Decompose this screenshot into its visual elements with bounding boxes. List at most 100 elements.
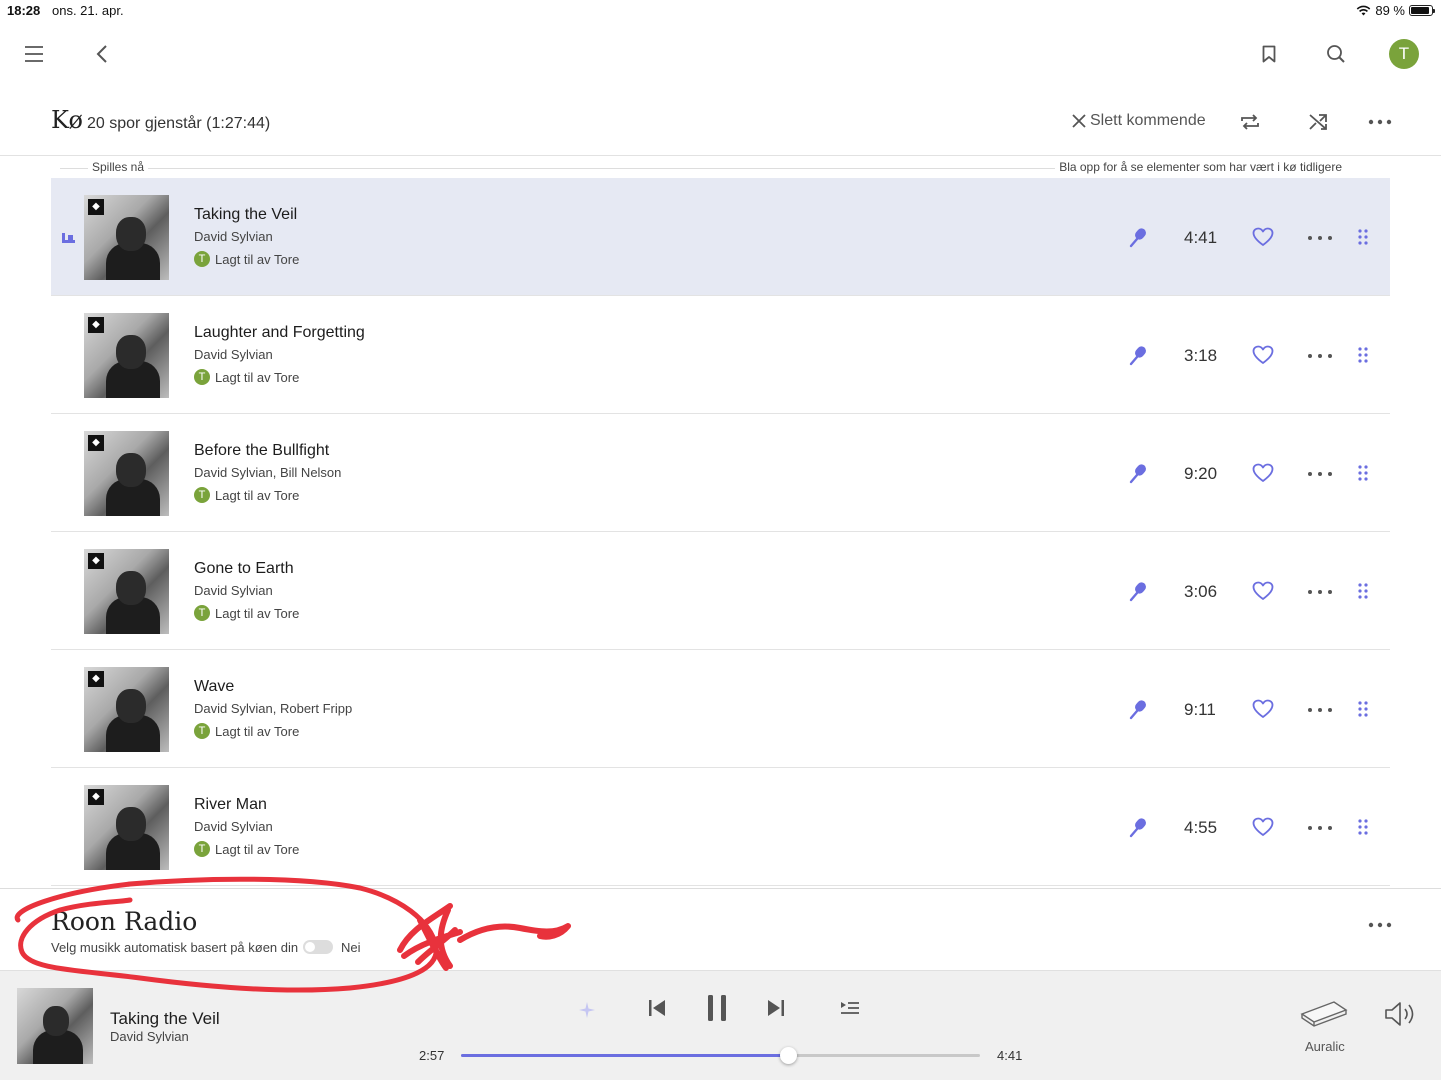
top-nav: T <box>0 30 1441 80</box>
previous-track-icon[interactable] <box>648 999 668 1019</box>
queue-row[interactable]: ◆ Gone to Earth David Sylvian T Lagt til av … <box>51 532 1390 650</box>
heart-icon[interactable] <box>1252 463 1274 485</box>
track-artist[interactable]: David Sylvian <box>194 819 299 834</box>
radio-more-icon[interactable] <box>1368 921 1392 929</box>
repeat-icon[interactable] <box>1238 110 1262 134</box>
back-icon[interactable] <box>90 42 114 66</box>
track-more-icon[interactable] <box>1308 708 1332 714</box>
album-art[interactable]: ◆ <box>84 785 169 870</box>
added-by: T Lagt til av Tore <box>194 487 341 503</box>
menu-icon[interactable] <box>22 42 46 66</box>
queue-icon[interactable] <box>840 1001 860 1017</box>
queue-row[interactable]: ◆ Laughter and Forgetting David Sylvian T La… <box>51 296 1390 414</box>
queue-row[interactable]: ◆ Before the Bullfight David Sylvian, Bill… <box>51 414 1390 532</box>
now-playing-album-art[interactable] <box>17 988 93 1064</box>
drag-handle-icon[interactable] <box>1358 583 1368 599</box>
drag-handle-icon[interactable] <box>1358 347 1368 363</box>
pause-icon[interactable] <box>706 995 728 1023</box>
now-playing-artist[interactable]: David Sylvian <box>110 1029 189 1044</box>
drag-handle-icon[interactable] <box>1358 701 1368 717</box>
track-duration: 9:11 <box>1184 700 1216 719</box>
track-title[interactable]: River Man <box>194 796 299 814</box>
lyrics-mic-icon[interactable] <box>1128 816 1150 838</box>
volume-icon[interactable] <box>1384 1001 1418 1027</box>
track-more-icon[interactable] <box>1308 590 1332 596</box>
close-icon <box>1072 114 1086 128</box>
search-icon[interactable] <box>1324 42 1348 66</box>
user-avatar[interactable]: T <box>1389 39 1419 69</box>
shuffle-icon[interactable] <box>1306 110 1330 134</box>
avatar: T <box>194 723 210 739</box>
lyrics-mic-icon[interactable] <box>1128 344 1150 366</box>
page-title: Kø <box>51 106 83 134</box>
bookmark-icon[interactable] <box>1257 42 1281 66</box>
zone-device-icon[interactable] <box>1298 996 1350 1030</box>
album-art[interactable]: ◆ <box>84 667 169 752</box>
lyrics-mic-icon[interactable] <box>1128 462 1150 484</box>
tidal-icon: ◆ <box>88 317 104 333</box>
track-title[interactable]: Wave <box>194 678 352 696</box>
lyrics-mic-icon[interactable] <box>1128 698 1150 720</box>
tidal-icon: ◆ <box>88 671 104 687</box>
seek-bar[interactable] <box>461 1047 980 1064</box>
added-by: T Lagt til av Tore <box>194 369 365 385</box>
track-more-icon[interactable] <box>1308 472 1332 478</box>
zone-name[interactable]: Auralic <box>1305 1039 1345 1054</box>
status-bar: 18:28 ons. 21. apr. 89 % <box>0 0 1441 22</box>
clear-upcoming-button[interactable]: Slett kommende <box>1072 112 1206 130</box>
track-duration: 4:41 <box>1184 228 1218 247</box>
track-duration: 9:20 <box>1184 464 1218 483</box>
album-art[interactable]: ◆ <box>84 431 169 516</box>
scroll-hint: Bla opp for å se elementer som har vært … <box>1055 160 1346 174</box>
track-duration: 3:06 <box>1184 582 1218 601</box>
roon-radio-section: Roon Radio Velg musikk automatisk basert… <box>0 888 1441 970</box>
track-artist[interactable]: David Sylvian <box>194 583 299 598</box>
added-by-label: Lagt til av Tore <box>215 251 300 267</box>
album-art[interactable]: ◆ <box>84 313 169 398</box>
added-by: T Lagt til av Tore <box>194 251 299 267</box>
heart-icon[interactable] <box>1252 699 1274 721</box>
added-by: T Lagt til av Tore <box>194 723 352 739</box>
track-artist[interactable]: David Sylvian <box>194 347 365 362</box>
queue-row[interactable]: ◆ Taking the Veil David Sylvian T Lagt til a… <box>51 178 1390 296</box>
track-duration: 4:55 <box>1184 818 1218 837</box>
track-title[interactable]: Taking the Veil <box>194 206 299 224</box>
status-right: 89 % <box>1356 3 1435 18</box>
queue-row[interactable]: ◆ River Man David Sylvian T Lagt til av Tore… <box>51 768 1390 886</box>
album-art[interactable]: ◆ <box>84 549 169 634</box>
track-more-icon[interactable] <box>1308 354 1332 360</box>
track-more-icon[interactable] <box>1308 826 1332 832</box>
queue-row[interactable]: ◆ Wave David Sylvian, Robert Fripp T Lagt ti… <box>51 650 1390 768</box>
tidal-icon: ◆ <box>88 435 104 451</box>
heart-icon[interactable] <box>1252 345 1274 367</box>
now-playing-title[interactable]: Taking the Veil <box>110 1009 220 1029</box>
track-info: Before the Bullfight David Sylvian, Bill … <box>194 442 341 503</box>
lyrics-mic-icon[interactable] <box>1128 226 1150 248</box>
track-artist[interactable]: David Sylvian, Robert Fripp <box>194 701 352 716</box>
track-title[interactable]: Before the Bullfight <box>194 442 341 460</box>
track-artist[interactable]: David Sylvian, Bill Nelson <box>194 465 341 480</box>
radio-sparkle-icon[interactable] <box>578 1001 596 1019</box>
track-title[interactable]: Gone to Earth <box>194 560 299 578</box>
heart-icon[interactable] <box>1252 817 1274 839</box>
album-art[interactable]: ◆ <box>84 195 169 280</box>
drag-handle-icon[interactable] <box>1358 229 1368 245</box>
track-artist[interactable]: David Sylvian <box>194 229 299 244</box>
drag-handle-icon[interactable] <box>1358 819 1368 835</box>
lyrics-mic-icon[interactable] <box>1128 580 1150 602</box>
track-title[interactable]: Laughter and Forgetting <box>194 324 365 342</box>
avatar: T <box>194 487 210 503</box>
seek-thumb[interactable] <box>779 1047 797 1064</box>
queue-summary: 20 spor gjenstår (1:27:44) <box>87 115 271 132</box>
more-options-icon[interactable] <box>1368 118 1392 126</box>
status-date: ons. 21. apr. <box>52 3 124 18</box>
track-info: Gone to Earth David Sylvian T Lagt til av T… <box>194 560 299 621</box>
track-info: Taking the Veil David Sylvian T Lagt til av… <box>194 206 299 267</box>
heart-icon[interactable] <box>1252 581 1274 603</box>
next-track-icon[interactable] <box>767 999 787 1019</box>
drag-handle-icon[interactable] <box>1358 465 1368 481</box>
heart-icon[interactable] <box>1252 227 1274 249</box>
track-more-icon[interactable] <box>1308 236 1332 242</box>
roon-radio-toggle[interactable] <box>303 940 333 954</box>
added-by-label: Lagt til av Tore <box>215 841 300 857</box>
